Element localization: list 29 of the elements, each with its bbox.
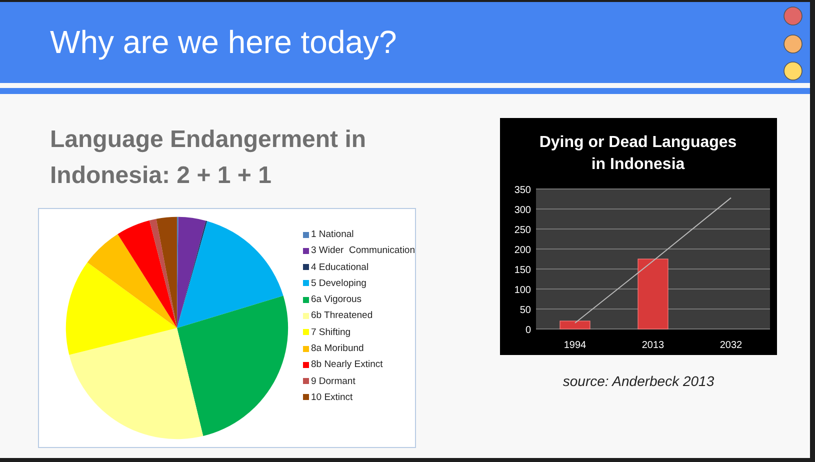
axis-tick-label: 300 xyxy=(514,205,531,216)
legend-label: 6b Threatened xyxy=(310,310,373,322)
chart-title: Dying or Dead Languages xyxy=(539,134,737,151)
slide-heading: Language Endangerment in Indonesia: 2 + 1 + 1 xyxy=(50,125,368,191)
bar xyxy=(560,320,590,330)
axis-tick-label: 0 xyxy=(525,325,531,336)
legend-label: 8b Nearly Extinct xyxy=(310,359,383,370)
source-caption: source: Anderbeck 2013 xyxy=(562,373,714,389)
legend-label: 6a Vigorous xyxy=(310,294,362,306)
axis-tick-label: 100 xyxy=(514,285,531,296)
legend-label: 5 Developing xyxy=(310,278,366,289)
legend-label: 9 Dormant xyxy=(310,376,356,387)
legend-label: 1 National xyxy=(310,229,354,240)
axis-tick-label: 250 xyxy=(514,225,531,236)
axis-tick-label: 1994 xyxy=(564,340,586,351)
legend-label: 8a Moribund xyxy=(310,343,364,354)
axis-tick-label: 150 xyxy=(514,265,531,276)
axis-tick-label: 350 xyxy=(514,185,531,196)
legend-label: 10 Extinct xyxy=(310,392,353,403)
legend-label: 7 Shifting xyxy=(310,326,351,338)
bar xyxy=(638,258,668,330)
axis-tick-label: 200 xyxy=(514,245,531,256)
slide-title: Why are we here today? xyxy=(50,24,397,61)
legend-label: 3 Wider Communication xyxy=(310,245,415,256)
axis-tick-label: 2032 xyxy=(720,340,742,351)
axis-tick-label: 50 xyxy=(520,305,531,316)
legend-label: 4 Educational xyxy=(310,262,369,273)
axis-tick-label: 2013 xyxy=(642,340,664,351)
chart-title: in Indonesia xyxy=(591,156,685,173)
